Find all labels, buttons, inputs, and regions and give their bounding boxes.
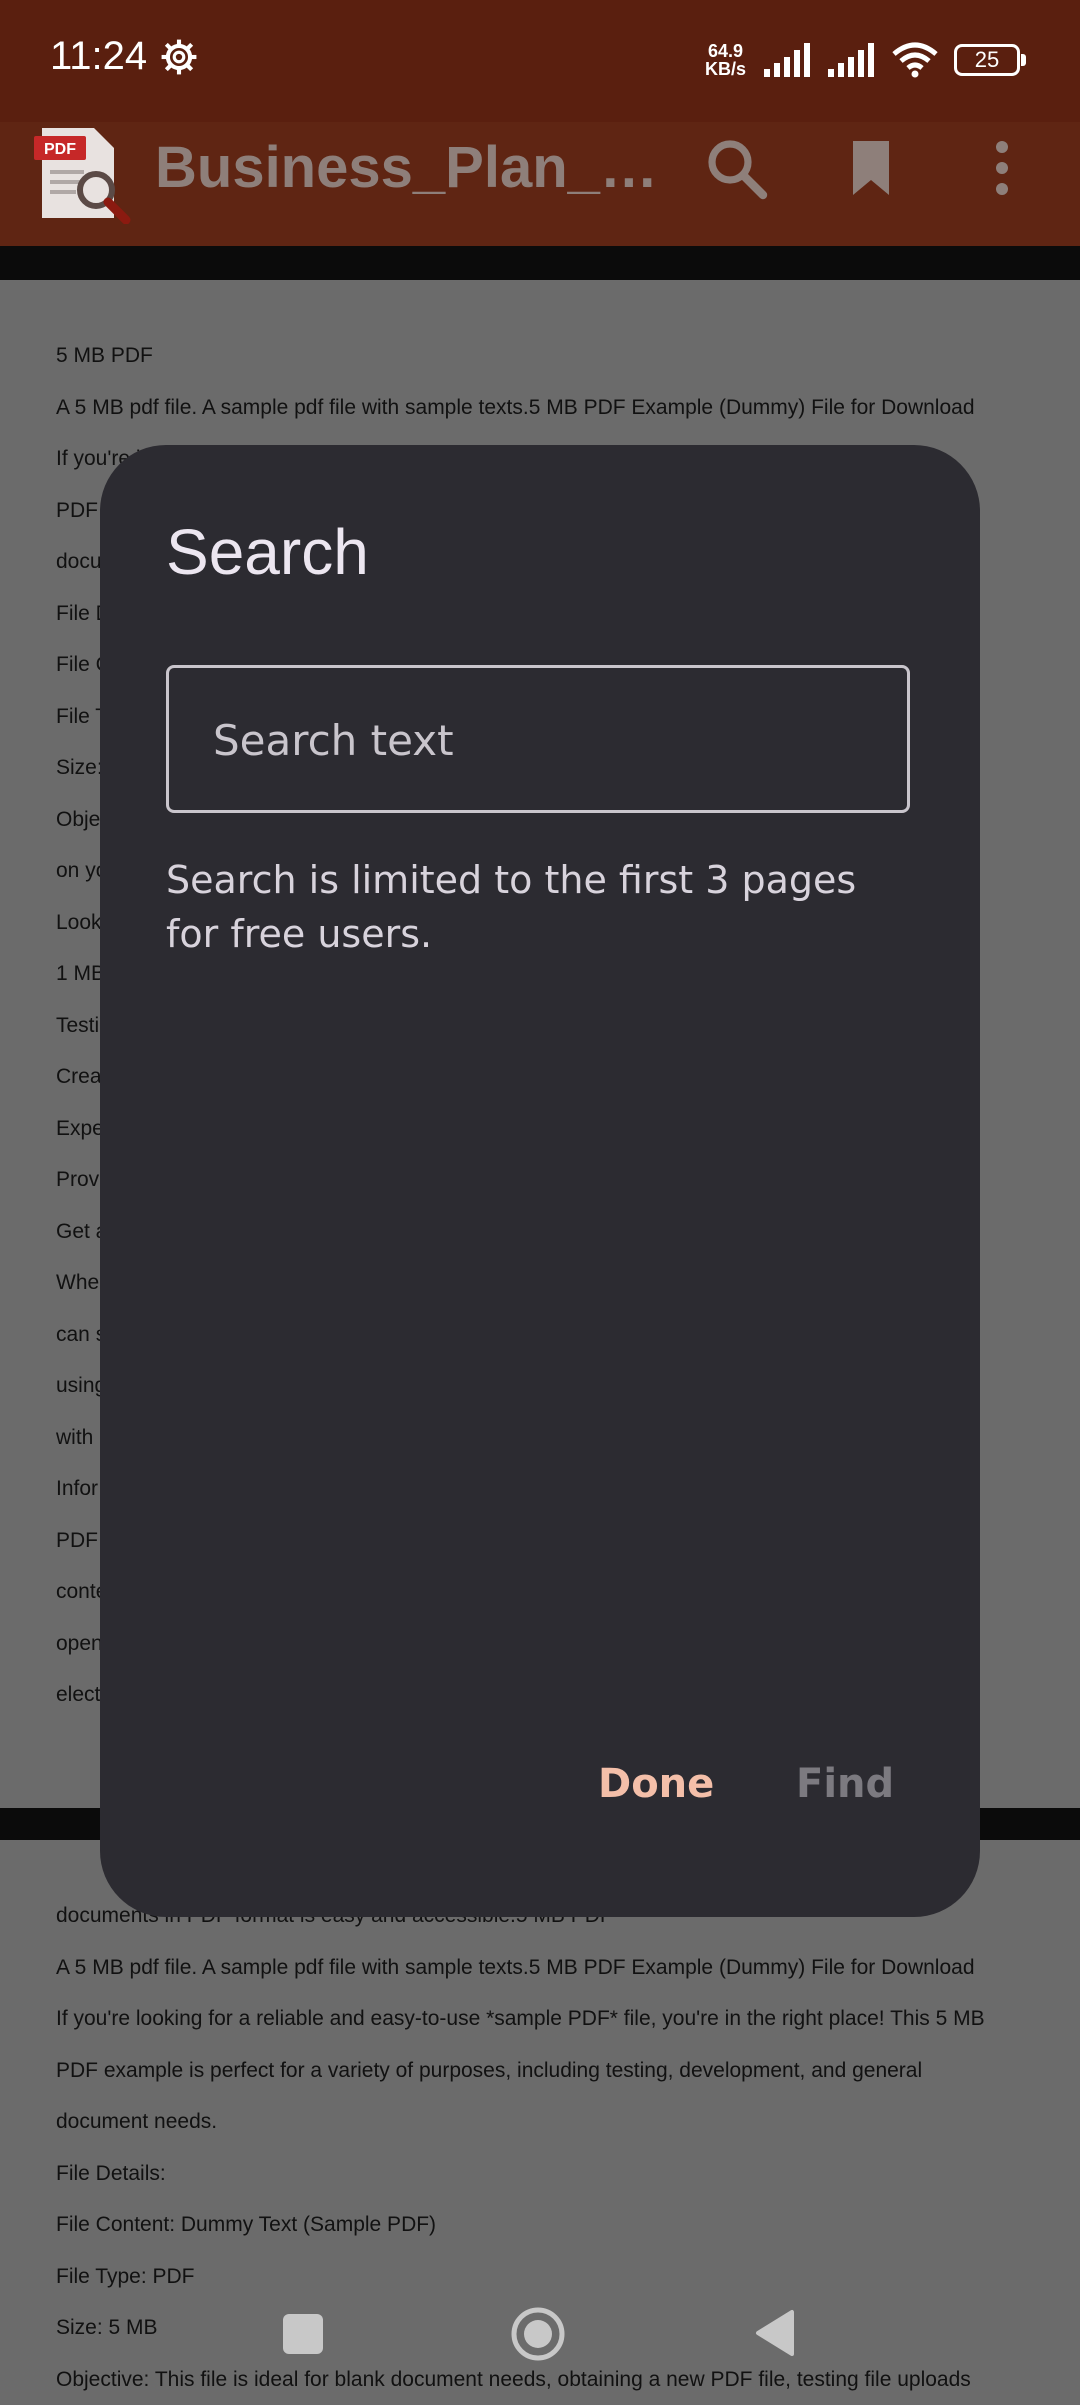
logo-text: PDF [44, 141, 76, 158]
pdf-search-logo-icon: PDF [34, 124, 134, 224]
free-limit-notice: Search is limited to the first 3 pages f… [166, 853, 886, 961]
status-time: 11:24 [50, 34, 147, 79]
search-icon[interactable] [700, 132, 772, 204]
battery-icon: 25 [954, 44, 1020, 76]
more-vert-icon[interactable] [966, 132, 1038, 204]
search-field[interactable] [166, 665, 910, 813]
signal-icon [764, 43, 812, 77]
doc-line: File Type: PDF [56, 2251, 1046, 2303]
find-button[interactable]: Find [796, 1761, 894, 1807]
doc-line: If you're looking for a reliable and eas… [56, 1993, 1046, 2045]
status-bar: 11:24 64.9 KB/s 2 [0, 0, 1080, 122]
doc-line: document needs. [56, 2096, 1046, 2148]
home-circle-icon[interactable] [510, 2306, 566, 2362]
recents-square-icon[interactable] [283, 2314, 323, 2354]
done-button[interactable]: Done [598, 1761, 714, 1807]
page-separator [0, 246, 1080, 280]
search-dialog: Search Search is limited to the first 3 … [100, 445, 980, 1917]
doc-line: File Details: [56, 2148, 1046, 2200]
back-triangle-icon[interactable] [752, 2308, 802, 2358]
doc-line: PDF example is perfect for a variety of … [56, 2045, 1046, 2097]
wifi-icon [892, 42, 938, 78]
net-speed-unit: KB/s [705, 60, 746, 78]
signal-icon [828, 43, 876, 77]
doc-line: 5 MB PDF [56, 330, 1046, 382]
net-speed-value: 64.9 [705, 42, 746, 60]
doc-line: File Content: Dummy Text (Sample PDF) [56, 2199, 1046, 2251]
search-input[interactable] [211, 668, 855, 812]
doc-line: A 5 MB pdf file. A sample pdf file with … [56, 1942, 1046, 1994]
status-indicators: 64.9 KB/s 25 [705, 40, 1020, 80]
doc-line: A 5 MB pdf file. A sample pdf file with … [56, 382, 1046, 434]
settings-gear-icon [160, 38, 198, 76]
bookmark-icon[interactable] [835, 132, 907, 204]
dialog-title: Search [166, 515, 369, 589]
net-speed: 64.9 KB/s [705, 42, 746, 78]
document-title: Business_Plan_D... [155, 134, 665, 201]
